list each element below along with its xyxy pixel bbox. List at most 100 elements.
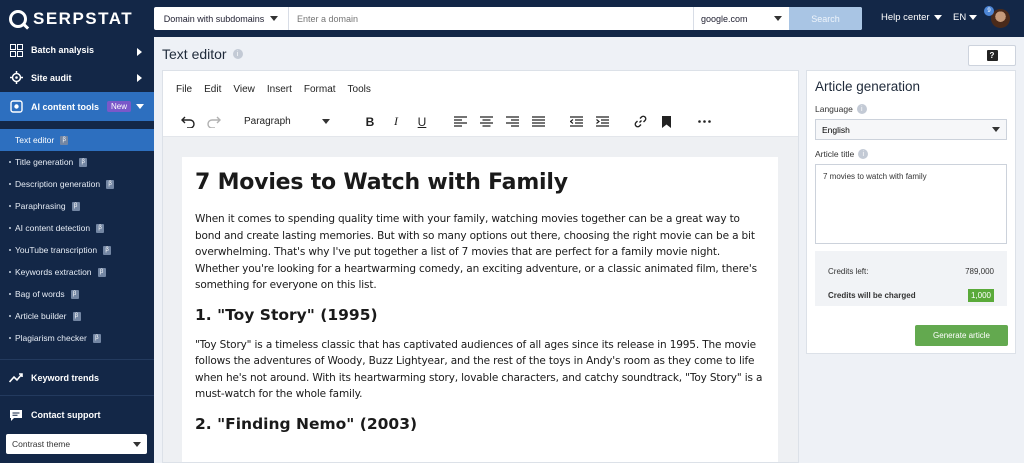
article-generation-panel: Article generation Language i English Ar… [806, 70, 1016, 354]
credits-left-label: Credits left: [828, 266, 869, 276]
redo-button[interactable] [201, 111, 227, 133]
search-engine-select[interactable]: google.com [693, 7, 789, 30]
outdent-icon [569, 116, 583, 127]
search-button[interactable]: Search [789, 7, 862, 30]
more-button[interactable] [691, 111, 717, 133]
document-paragraph: "Toy Story" is a timeless classic that h… [195, 338, 763, 401]
help-button[interactable]: ? [968, 45, 1016, 66]
sidebar-item-site-audit[interactable]: Site audit [0, 63, 154, 92]
help-center-label: Help center [881, 12, 930, 23]
bookmark-button[interactable] [653, 111, 679, 133]
align-right-button[interactable] [499, 111, 525, 133]
sidebar-item-article-builder[interactable]: Article builder β [0, 305, 154, 327]
align-right-icon [505, 116, 519, 127]
beta-badge: β [79, 157, 88, 167]
block-format-select[interactable]: Paragraph [239, 111, 335, 133]
sidebar-item-description-generation[interactable]: Description generation β [0, 173, 154, 195]
sidebar-item-batch-analysis[interactable]: Batch analysis [0, 37, 154, 63]
sidebar-item-ai-content-detection[interactable]: AI content detection β [0, 217, 154, 239]
document-subheading: 1. "Toy Story" (1995) [195, 305, 378, 324]
outdent-button[interactable] [563, 111, 589, 133]
beta-badge: β [71, 201, 80, 211]
editor-canvas: 7 Movies to Watch with Family When it co… [163, 137, 798, 462]
bold-button[interactable]: B [357, 111, 383, 133]
generate-article-button[interactable]: Generate article [915, 325, 1008, 346]
search-mode-label: Domain with subdomains [163, 13, 265, 24]
domain-input[interactable] [289, 7, 693, 30]
document-heading: 7 Movies to Watch with Family [195, 170, 568, 195]
language-menu[interactable]: EN [953, 12, 978, 23]
chevron-down-icon [774, 16, 782, 21]
sidebar-item-label: Bag of words [15, 289, 65, 299]
credits-left-value: 789,000 [965, 266, 994, 276]
credits-left-row: Credits left: 789,000 [828, 259, 994, 283]
document-paragraph: When it comes to spending quality time w… [195, 213, 757, 291]
sidebar-item-title-generation[interactable]: Title generation β [0, 151, 154, 173]
ai-icon [9, 100, 23, 114]
menu-file[interactable]: File [176, 84, 192, 95]
chevron-down-icon [322, 119, 330, 124]
menu-view[interactable]: View [233, 84, 255, 95]
sidebar-item-paraphrasing[interactable]: Paraphrasing β [0, 195, 154, 217]
page-title-area: Text editor i [162, 46, 243, 62]
sidebar-item-label: Article builder [15, 311, 67, 321]
bookmark-icon [661, 115, 671, 128]
bullet-icon [9, 249, 11, 251]
bullet-icon [9, 315, 11, 317]
language-value: English [822, 124, 850, 135]
bullet-icon [9, 205, 11, 207]
serpstat-logo[interactable]: SERPSTAT [0, 0, 154, 37]
sidebar-item-contact-support[interactable]: Contact support [0, 396, 154, 434]
help-center-menu[interactable]: Help center [881, 12, 942, 23]
chevron-down-icon [136, 104, 144, 109]
notification-badge[interactable]: 9 [984, 6, 994, 16]
domain-search-bar: Domain with subdomains google.com Search [154, 7, 862, 30]
sidebar-item-keywords-extraction[interactable]: Keywords extraction β [0, 261, 154, 283]
menu-format[interactable]: Format [304, 84, 336, 95]
sidebar-item-label: AI content detection [15, 223, 91, 233]
align-center-button[interactable] [473, 111, 499, 133]
text-editor: File Edit View Insert Format Tools Parag… [162, 70, 799, 463]
beta-badge: β [70, 289, 79, 299]
beta-badge: β [96, 223, 105, 233]
bullet-icon [9, 293, 11, 295]
language-select[interactable]: English [815, 119, 1007, 140]
italic-button[interactable]: I [383, 111, 409, 133]
align-left-button[interactable] [447, 111, 473, 133]
beta-badge: β [60, 135, 69, 145]
language-label-text: Language [815, 104, 853, 114]
underline-icon: U [417, 114, 427, 129]
sidebar-item-text-editor[interactable]: Text editor β [0, 129, 154, 151]
article-title-input[interactable]: 7 movies to watch with family [815, 164, 1007, 244]
sidebar-item-youtube-transcription[interactable]: YouTube transcription β [0, 239, 154, 261]
info-icon[interactable]: i [856, 104, 867, 114]
language-field-label: Language i [815, 104, 1007, 114]
sidebar-item-label: Description generation [15, 179, 101, 189]
menu-edit[interactable]: Edit [204, 84, 221, 95]
page-title: Text editor [162, 46, 227, 62]
sidebar: Batch analysis Site audit AI content too… [0, 37, 154, 463]
link-button[interactable] [627, 111, 653, 133]
sidebar-item-keyword-trends[interactable]: Keyword trends [0, 360, 154, 395]
undo-button[interactable] [175, 111, 201, 133]
document-body[interactable]: 7 Movies to Watch with Family When it co… [182, 157, 778, 462]
theme-select[interactable]: Contrast theme [6, 434, 147, 454]
credits-charge-row: Credits will be charged 1,000 [828, 283, 994, 307]
menu-tools[interactable]: Tools [348, 84, 371, 95]
sidebar-item-bag-of-words[interactable]: Bag of words β [0, 283, 154, 305]
underline-button[interactable]: U [409, 111, 435, 133]
search-mode-select[interactable]: Domain with subdomains [154, 7, 289, 30]
undo-icon [181, 116, 195, 128]
menu-insert[interactable]: Insert [267, 84, 292, 95]
beta-badge: β [72, 311, 81, 321]
info-icon[interactable]: i [232, 49, 243, 59]
sidebar-item-label: Contact support [31, 410, 101, 420]
bullet-icon [9, 161, 11, 163]
beta-badge: β [103, 245, 112, 255]
sidebar-item-plagiarism-checker[interactable]: Plagiarism checker β [0, 327, 154, 349]
indent-button[interactable] [589, 111, 615, 133]
justify-button[interactable] [525, 111, 551, 133]
italic-icon: I [394, 114, 398, 128]
info-icon[interactable]: i [858, 149, 869, 159]
sidebar-item-ai-content-tools[interactable]: AI content tools New [0, 92, 154, 121]
